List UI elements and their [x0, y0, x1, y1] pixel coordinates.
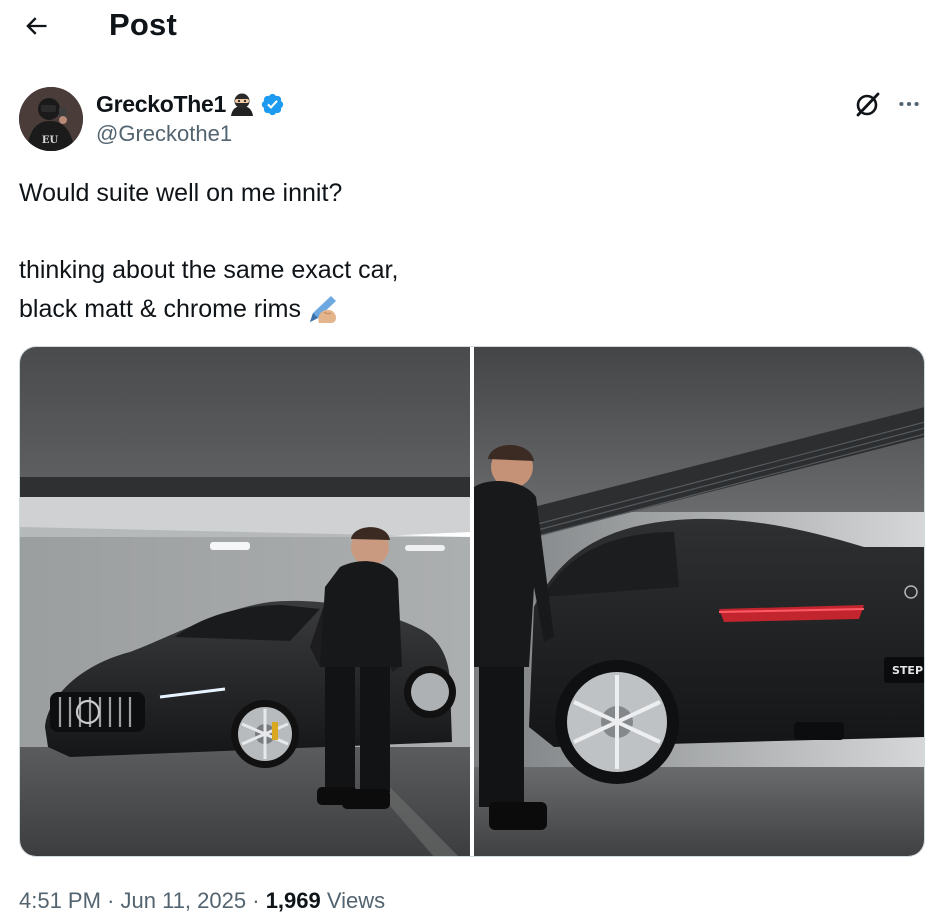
back-button[interactable] — [18, 8, 54, 44]
more-horizontal-icon — [899, 101, 919, 107]
verified-badge-icon[interactable] — [260, 92, 285, 117]
tweet-text-line-2: thinking about the same exact car, — [19, 256, 399, 284]
meta-separator-2: · — [252, 888, 260, 913]
avatar[interactable]: EU — [19, 87, 83, 151]
meta-separator-1: · — [107, 888, 115, 913]
post-date[interactable]: Jun 11, 2025 — [121, 888, 247, 913]
post-header: Post — [0, 0, 945, 52]
author-handle[interactable]: @Greckothe1 — [96, 121, 232, 147]
post-meta-row: 4:51 PM · Jun 11, 2025 · 1,969 Views — [19, 888, 385, 918]
tweet-text-line-3: black matt & chrome rims — [19, 294, 302, 323]
views-count: 1,969 — [265, 888, 321, 913]
more-options-button[interactable] — [893, 88, 925, 120]
writing-hand-emoji-icon — [307, 293, 339, 323]
post-time[interactable]: 4:51 PM — [19, 888, 101, 913]
tweet-text-line-1: Would suite well on me innit? — [19, 179, 343, 207]
media-photo-2[interactable]: STEP — [474, 347, 924, 856]
avatar-image: EU — [19, 87, 83, 151]
svg-text:STEP: STEP — [892, 664, 923, 677]
arrow-left-icon — [26, 17, 47, 35]
grok-icon — [856, 92, 880, 117]
author-name-row: GreckoThe1 — [96, 90, 285, 118]
author-name[interactable]: GreckoThe1 — [96, 91, 226, 118]
tweet-text: Would suite well on me innit? thinking a… — [19, 174, 919, 328]
photo-2-image: STEP — [474, 347, 924, 856]
photo-1-image — [20, 347, 470, 856]
media-grid: STEP — [19, 346, 925, 857]
ninja-emoji-icon — [229, 92, 255, 116]
svg-text:EU: EU — [42, 135, 59, 146]
page-title: Post — [109, 7, 177, 42]
grok-button[interactable] — [852, 88, 884, 120]
views-label: Views — [326, 888, 386, 913]
tweet-text-line-3-wrap: black matt & chrome rims — [19, 290, 919, 329]
media-photo-1[interactable] — [20, 347, 470, 856]
